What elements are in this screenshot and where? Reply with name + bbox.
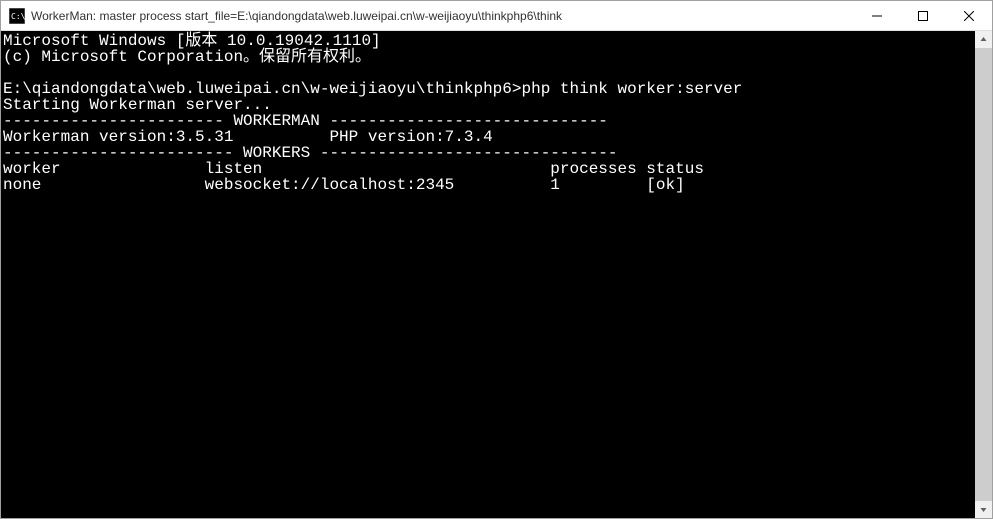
terminal-output[interactable]: Microsoft Windows [版本 10.0.19042.1110] (… xyxy=(1,31,975,518)
maximize-button[interactable] xyxy=(900,1,946,30)
svg-text:C:\: C:\ xyxy=(11,12,25,21)
minimize-button[interactable] xyxy=(854,1,900,30)
window-controls xyxy=(854,1,992,30)
scroll-thumb[interactable] xyxy=(975,48,992,501)
close-button[interactable] xyxy=(946,1,992,30)
titlebar[interactable]: C:\ WorkerMan: master process start_file… xyxy=(1,1,992,31)
window-title: WorkerMan: master process start_file=E:\… xyxy=(31,9,854,23)
vertical-scrollbar[interactable] xyxy=(975,31,992,518)
scroll-down-arrow-icon[interactable] xyxy=(975,501,992,518)
scroll-track[interactable] xyxy=(975,48,992,501)
scroll-up-arrow-icon[interactable] xyxy=(975,31,992,48)
console-window: C:\ WorkerMan: master process start_file… xyxy=(0,0,993,519)
terminal-area: Microsoft Windows [版本 10.0.19042.1110] (… xyxy=(1,31,992,518)
cmd-icon: C:\ xyxy=(9,8,25,24)
